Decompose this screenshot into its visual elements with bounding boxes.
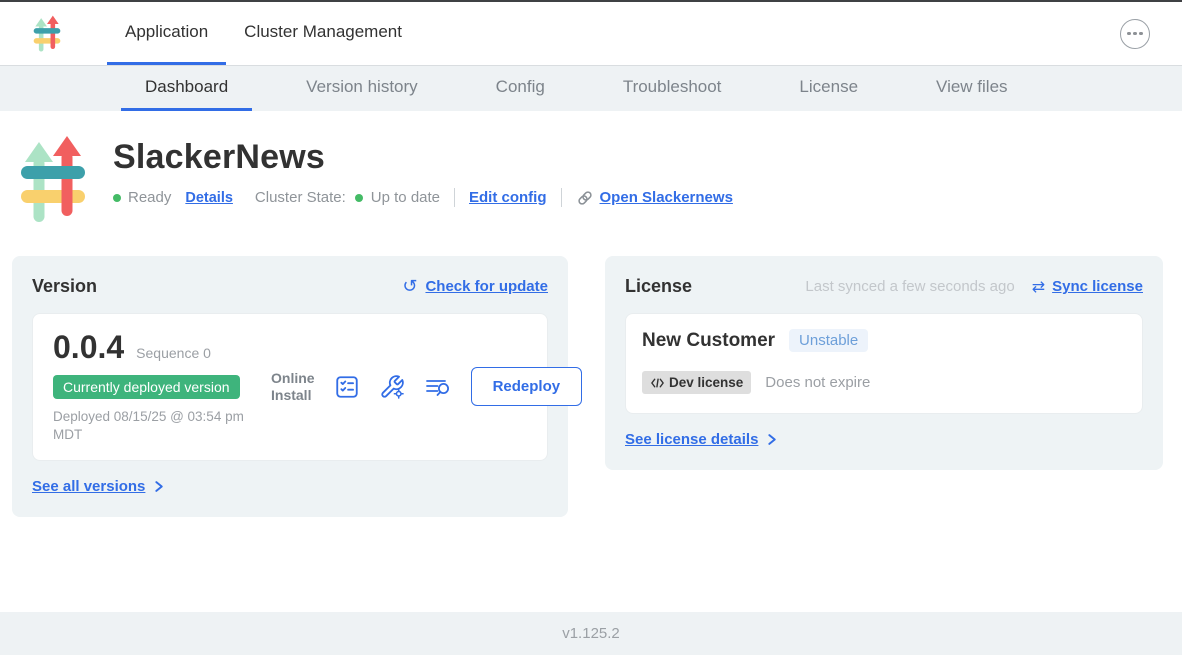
open-app-link-label: Open Slackernews [600, 189, 733, 206]
open-app-link[interactable]: Open Slackernews [576, 189, 733, 207]
link-chain-icon [576, 189, 594, 207]
overflow-menu-button[interactable] [1120, 19, 1150, 49]
license-type-badge: Dev license [642, 371, 751, 394]
license-expiry-text: Does not expire [765, 374, 870, 391]
console-version-text: v1.125.2 [562, 625, 620, 642]
ellipsis-icon [1127, 32, 1131, 36]
configure-wrench-gear-icon[interactable] [379, 374, 405, 400]
app-logo-icon[interactable] [33, 14, 61, 54]
app-status-text: Ready [128, 189, 171, 206]
refresh-icon: ↺ [402, 278, 417, 296]
app-logo-large [20, 132, 86, 228]
app-header: SlackerNews Ready Details Cluster State:… [0, 111, 1182, 228]
divider [454, 188, 455, 207]
tab-version-history[interactable]: Version history [282, 66, 442, 111]
preflight-checklist-icon[interactable] [334, 374, 360, 400]
current-version-panel: 0.0.4 Sequence 0 Currently deployed vers… [32, 313, 548, 461]
app-subnav: Dashboard Version history Config Trouble… [0, 65, 1182, 111]
sync-arrows-icon: ⇄ [1032, 279, 1045, 295]
edit-config-link[interactable]: Edit config [469, 189, 547, 206]
customer-name: New Customer [642, 330, 775, 352]
license-card: License Last synced a few seconds ago ⇄ … [605, 256, 1163, 470]
view-files-search-icon[interactable] [424, 374, 452, 400]
chevron-right-icon [152, 480, 165, 493]
app-status-dot-icon [113, 194, 121, 202]
sequence-label: Sequence 0 [136, 345, 211, 361]
check-for-update-label: Check for update [425, 278, 548, 295]
sync-license-label: Sync license [1052, 278, 1143, 295]
last-synced-text: Last synced a few seconds ago [805, 278, 1014, 295]
tab-application-label: Application [125, 22, 208, 42]
top-navbar: Application Cluster Management [0, 2, 1182, 65]
deployed-timestamp: Deployed 08/15/25 @ 03:54 pm MDT [53, 408, 271, 444]
tab-dashboard[interactable]: Dashboard [121, 66, 252, 111]
tab-cluster-management[interactable]: Cluster Management [226, 2, 420, 65]
see-license-details-link[interactable]: See license details [625, 431, 778, 448]
license-card-title: License [625, 276, 692, 297]
status-details-link[interactable]: Details [185, 190, 233, 206]
tab-application[interactable]: Application [107, 2, 226, 65]
cluster-state-dot-icon [355, 194, 363, 202]
license-type-label: Dev license [669, 375, 743, 390]
cluster-state-value: Up to date [371, 189, 440, 206]
footer-bar: v1.125.2 [0, 612, 1182, 655]
tab-troubleshoot[interactable]: Troubleshoot [599, 66, 746, 111]
version-info: 0.0.4 Sequence 0 Currently deployed vers… [53, 329, 271, 444]
dashboard-cards: Version ↺ Check for update 0.0.4 Sequenc… [12, 256, 1163, 517]
tab-config[interactable]: Config [472, 66, 569, 111]
version-actions: Online Install Redeploy [271, 367, 582, 406]
top-nav-tabs: Application Cluster Management [107, 2, 420, 65]
version-number: 0.0.4 [53, 329, 124, 366]
code-brackets-icon [650, 377, 665, 389]
app-status-row: Ready Details Cluster State: Up to date … [113, 188, 733, 207]
deployed-version-badge: Currently deployed version [53, 375, 240, 399]
see-license-details-label: See license details [625, 431, 758, 448]
channel-badge: Unstable [789, 329, 868, 352]
license-panel: New Customer Unstable Dev license Does n… [625, 313, 1143, 414]
tab-cluster-management-label: Cluster Management [244, 22, 402, 42]
version-card-title: Version [32, 276, 97, 297]
chevron-right-icon [765, 433, 778, 446]
version-card: Version ↺ Check for update 0.0.4 Sequenc… [12, 256, 568, 517]
divider [561, 188, 562, 207]
install-type-label: Online Install [271, 370, 315, 404]
sync-license-link[interactable]: ⇄ Sync license [1032, 278, 1143, 295]
see-all-versions-label: See all versions [32, 478, 145, 495]
tab-license[interactable]: License [775, 66, 882, 111]
redeploy-button[interactable]: Redeploy [471, 367, 583, 406]
cluster-state-label: Cluster State: [255, 189, 346, 206]
page-title: SlackerNews [113, 138, 733, 177]
see-all-versions-link[interactable]: See all versions [32, 478, 165, 495]
tab-view-files[interactable]: View files [912, 66, 1032, 111]
check-for-update-link[interactable]: ↺ Check for update [402, 278, 548, 296]
